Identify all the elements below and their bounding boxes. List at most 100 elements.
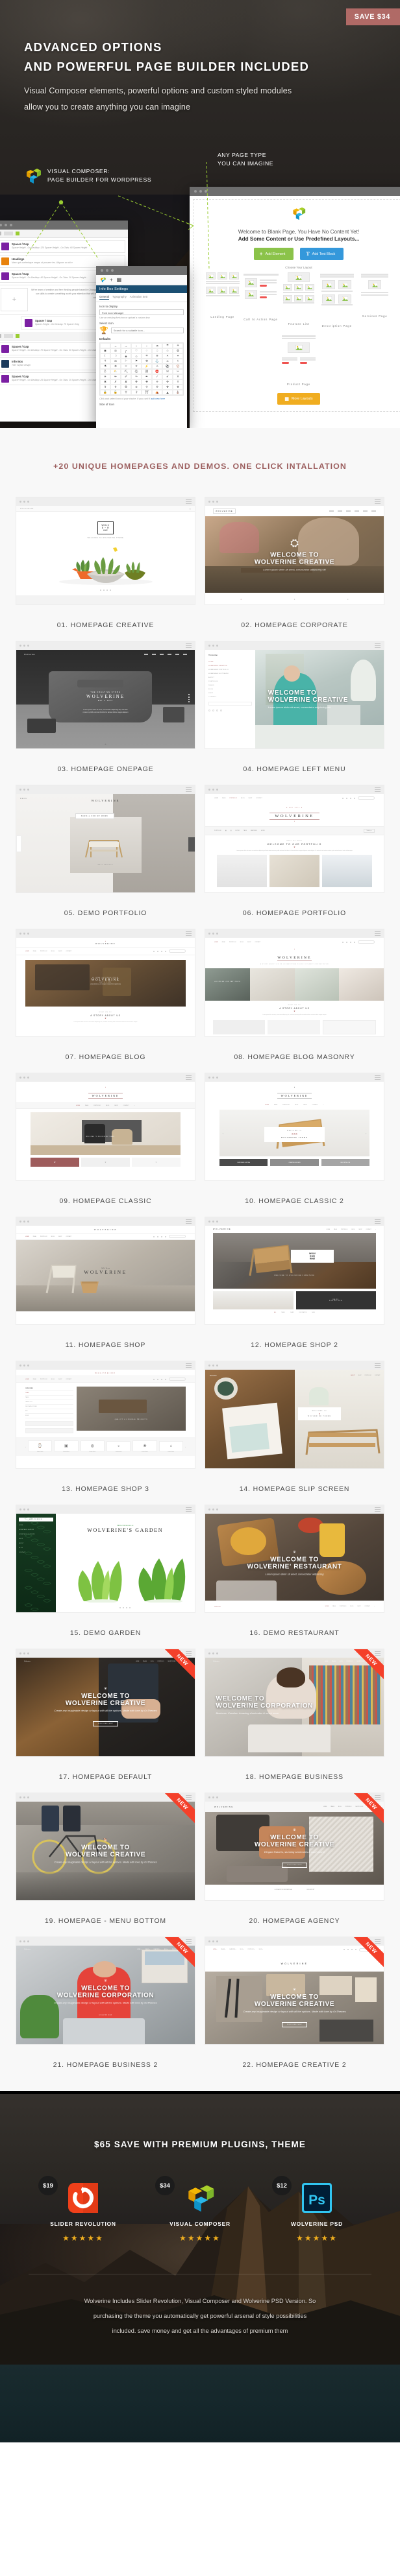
icon-cell[interactable]: ›: [142, 343, 152, 348]
demo-screenshot[interactable]: WELCOME TO WOLVERINE CORPORATION Business.…: [205, 1649, 384, 1757]
icon-cell[interactable]: ✟: [110, 385, 121, 390]
demo-item[interactable]: ✦ WOLVERINE HOME PAGE PORTFOLIO BLOG SHOP CONT…: [16, 929, 195, 1061]
icon-cell[interactable]: ⛔: [152, 369, 162, 374]
icon-cell[interactable]: ⛑: [131, 369, 142, 374]
icon-cell[interactable]: ⚔: [162, 359, 173, 364]
icon-cell[interactable]: ⛄: [100, 369, 110, 374]
icon-cell[interactable]: ✥: [173, 385, 183, 390]
icon-cell[interactable]: ✣: [152, 385, 162, 390]
demo-item[interactable]: Wolverine HOME HOMEPAGE CREATIVE HOMEPAGE …: [205, 641, 384, 773]
icon-cell[interactable]: ♧: [162, 348, 173, 353]
icon-cell[interactable]: ✜: [162, 379, 173, 385]
icon-cell[interactable]: ✐: [121, 374, 131, 379]
icon-cell[interactable]: ✶: [162, 353, 173, 359]
demo-screenshot[interactable]: HOME ▾ PAGES ▾ FEATURES ▾ BLOG ▾ PORTFOLIO ▾…: [205, 1937, 384, 2045]
icon-cell[interactable]: [100, 343, 110, 348]
icon-cell[interactable]: ✒: [142, 374, 152, 379]
icon-cell[interactable]: ☽: [110, 353, 121, 359]
demo-screenshot[interactable]: WOLVERINE ≡ WOLV E ~ R INE WELCOME TO WOLVE…: [16, 497, 195, 605]
icon-cell[interactable]: ❄: [152, 353, 162, 359]
demo-item[interactable]: WELCOME TO WOLVERINE CORPORATION Business.…: [205, 1649, 384, 1781]
icon-cell[interactable]: ✢: [142, 385, 152, 390]
icon-cell[interactable]: ✕: [173, 374, 183, 379]
icon-cell[interactable]: ⛓: [142, 369, 152, 374]
tab-typography[interactable]: Typography: [112, 295, 127, 300]
icon-cell[interactable]: ⛏: [121, 369, 131, 374]
columns-icon[interactable]: [4, 334, 13, 338]
demo-screenshot[interactable]: WOLVERINE ⛭ WELCOME TO WOLVERINE CREATIVE L…: [205, 497, 384, 605]
icon-cell[interactable]: 🔒: [100, 390, 110, 395]
icon-cell[interactable]: ✛: [152, 379, 162, 385]
icon-cell[interactable]: ✖: [100, 379, 110, 385]
icon-cell[interactable]: ⛰: [162, 390, 173, 395]
icon-cell[interactable]: ⚘: [100, 359, 110, 364]
icon-cell[interactable]: ♡: [131, 348, 142, 353]
demo-screenshot[interactable]: HOME PAGE PORTFOLIO BLOG SHOP CONTACT ★ EST 1…: [205, 785, 384, 893]
icon-search-input[interactable]: [110, 328, 184, 333]
demo-screenshot[interactable]: ✦ WOLVERINE HOME PAGE PORTFOLIO BLOG SHOP CONT…: [16, 929, 195, 1037]
plugin-item[interactable]: $12 Ps WOLVERINE PSD ★★★★★: [272, 2176, 353, 2243]
icon-cell[interactable]: ✂: [173, 369, 183, 374]
demo-item[interactable]: ♛ WELCOME TO WOLVERINE' RESTAURANT Lorem ip…: [205, 1505, 384, 1637]
icon-cell[interactable]: ✏: [110, 374, 121, 379]
demo-screenshot[interactable]: ✦ WOLVERINE HOME PAGE PORTFOLIO BLOG SHOP CONT…: [16, 1073, 195, 1181]
demo-item[interactable]: ✦ WOLVERINE HOME PAGE PORTFOLIO BLOG SHOP CONT…: [16, 1073, 195, 1205]
icon-cell[interactable]: ⛺: [152, 390, 162, 395]
demo-screenshot[interactable]: WOLVERINE HOME PAGE PORTFOLIO BLOG SHOP CONTA…: [16, 1361, 195, 1469]
icon-cell[interactable]: ⚾: [173, 364, 183, 369]
demo-screenshot[interactable]: WOLVERINE HOME PAGE PORTFOLIO BLOG SHOP CONTAC…: [205, 1217, 384, 1325]
demo-item[interactable]: WOLVERINE ⛭ WELCOME TO WOLVERINE CREATIVE L…: [205, 497, 384, 629]
icon-cell[interactable]: ⚖: [110, 359, 121, 364]
add-new-here-link[interactable]: add new here: [151, 398, 165, 400]
demo-item[interactable]: HOME PAGE PORTFOLIO BLOG SHOP CONTACT ★ EST 1…: [205, 785, 384, 917]
icon-cell[interactable]: ✝: [173, 379, 183, 385]
demo-screenshot[interactable]: Wolverine THE CREATIVE STORE WOLVERINE EST…: [16, 641, 195, 749]
demo-item[interactable]: 🐕 WELCOME TO WOLVERINE CREATIVE Create any …: [16, 1793, 195, 1925]
icon-cell[interactable]: ✑: [131, 374, 142, 379]
icon-cell[interactable]: ✡: [131, 385, 142, 390]
tab-animation[interactable]: Animation Sett: [130, 295, 147, 300]
icon-cell[interactable]: ⛅: [110, 369, 121, 374]
move-icon[interactable]: [0, 334, 1, 338]
icon-picker-grid[interactable]: ← → ‹ › ☁ ☂ ☀ ◉ ◎ ƒ ♡ ♢ ♤ ♧ ✿ ☾ ☽ ☻ ☺ ☂ ❄ ✶ ✦ ⚘ ⚖ ⚐ ⚑ ⚒ ⚓ ⚔ ⚕ ⚗ ⚙ ⚛ ⚜ ⚡…: [99, 342, 184, 396]
icon-cell[interactable]: 🔓: [110, 390, 121, 395]
icon-to-display-select[interactable]: Font Icon Manager: [99, 309, 184, 315]
icon-cell[interactable]: ✤: [162, 385, 173, 390]
demo-item[interactable]: Wolverine THE CREATIVE STORE WOLVERINE EST…: [16, 641, 195, 773]
icon-cell[interactable]: ƒ: [121, 348, 131, 353]
icon-cell[interactable]: ☂: [162, 343, 173, 348]
icon-cell[interactable]: ‹: [131, 343, 142, 348]
icon-cell[interactable]: ☁: [152, 343, 162, 348]
icon-cell[interactable]: ⚐: [121, 359, 131, 364]
more-layouts-button[interactable]: ▦ More Layouts: [277, 393, 320, 405]
icon-cell[interactable]: ⚕: [173, 359, 183, 364]
icon-cell[interactable]: ⚙: [110, 364, 121, 369]
demo-screenshot[interactable]: MENU WOLVERINE SCROLL FOR MY WORK NEXT P…: [16, 785, 195, 893]
icon-cell[interactable]: ✗: [110, 379, 121, 385]
icon-cell[interactable]: ✞: [100, 385, 110, 390]
demo-item[interactable]: HOME PAGE PORTFOLIO BLOG SHOP CONTACT ✦ WOLVER…: [205, 929, 384, 1061]
demo-item[interactable]: WOLVERINE HOME PAGE PORTFOLIO BLOG SHOP CONTA…: [16, 1361, 195, 1493]
icon-cell[interactable]: ✘: [121, 379, 131, 385]
icon-cell[interactable]: →: [121, 343, 131, 348]
icon-cell[interactable]: ☺: [131, 353, 142, 359]
demo-item[interactable]: Wolverine ABOUT SHOP PORTFOLIO CONTACT WELC…: [205, 1361, 384, 1493]
demo-screenshot[interactable]: Wolverine HOME HOMEPAGE CREATIVE HOMEPAGE …: [205, 641, 384, 749]
plugin-item[interactable]: $19 SLIDER REVOLUTION ★★★★★: [38, 2176, 119, 2243]
demo-item[interactable]: Wolverine HOME PAGES BLOG PORTFOLIO SHORTCODE…: [16, 1649, 195, 1781]
add-icon[interactable]: [16, 334, 19, 338]
icon-cell[interactable]: ♤: [152, 348, 162, 353]
icon-cell[interactable]: ◎: [110, 348, 121, 353]
icon-cell[interactable]: ⚡: [142, 364, 152, 369]
icon-cell[interactable]: ⚑: [131, 359, 142, 364]
demo-screenshot[interactable]: Wolverine HOME ▾ PAGES ▾ FEATURES ▾ BLOG ▾ PO…: [16, 1937, 195, 2045]
icon-cell[interactable]: ✿: [173, 348, 183, 353]
icon-cell[interactable]: ⚜: [131, 364, 142, 369]
demo-item[interactable]: Wolverine HOME ▾ PAGES ▾ FEATURES ▾ BLOG ▾ PO…: [16, 1937, 195, 2069]
demo-screenshot[interactable]: ✦ WOLVERINE HOME PAGE PORTFOLIO BLOG SHOP CONT…: [205, 1073, 384, 1181]
demo-screenshot[interactable]: Wolverine HOME PAGES BLOG PORTFOLIO SHORTCODE…: [16, 1649, 195, 1757]
icon-cell[interactable]: ☀: [173, 343, 183, 348]
icon-cell[interactable]: ⚗: [100, 364, 110, 369]
icon-cell[interactable]: ✓: [152, 374, 162, 379]
icon-cell[interactable]: ◉: [100, 348, 110, 353]
